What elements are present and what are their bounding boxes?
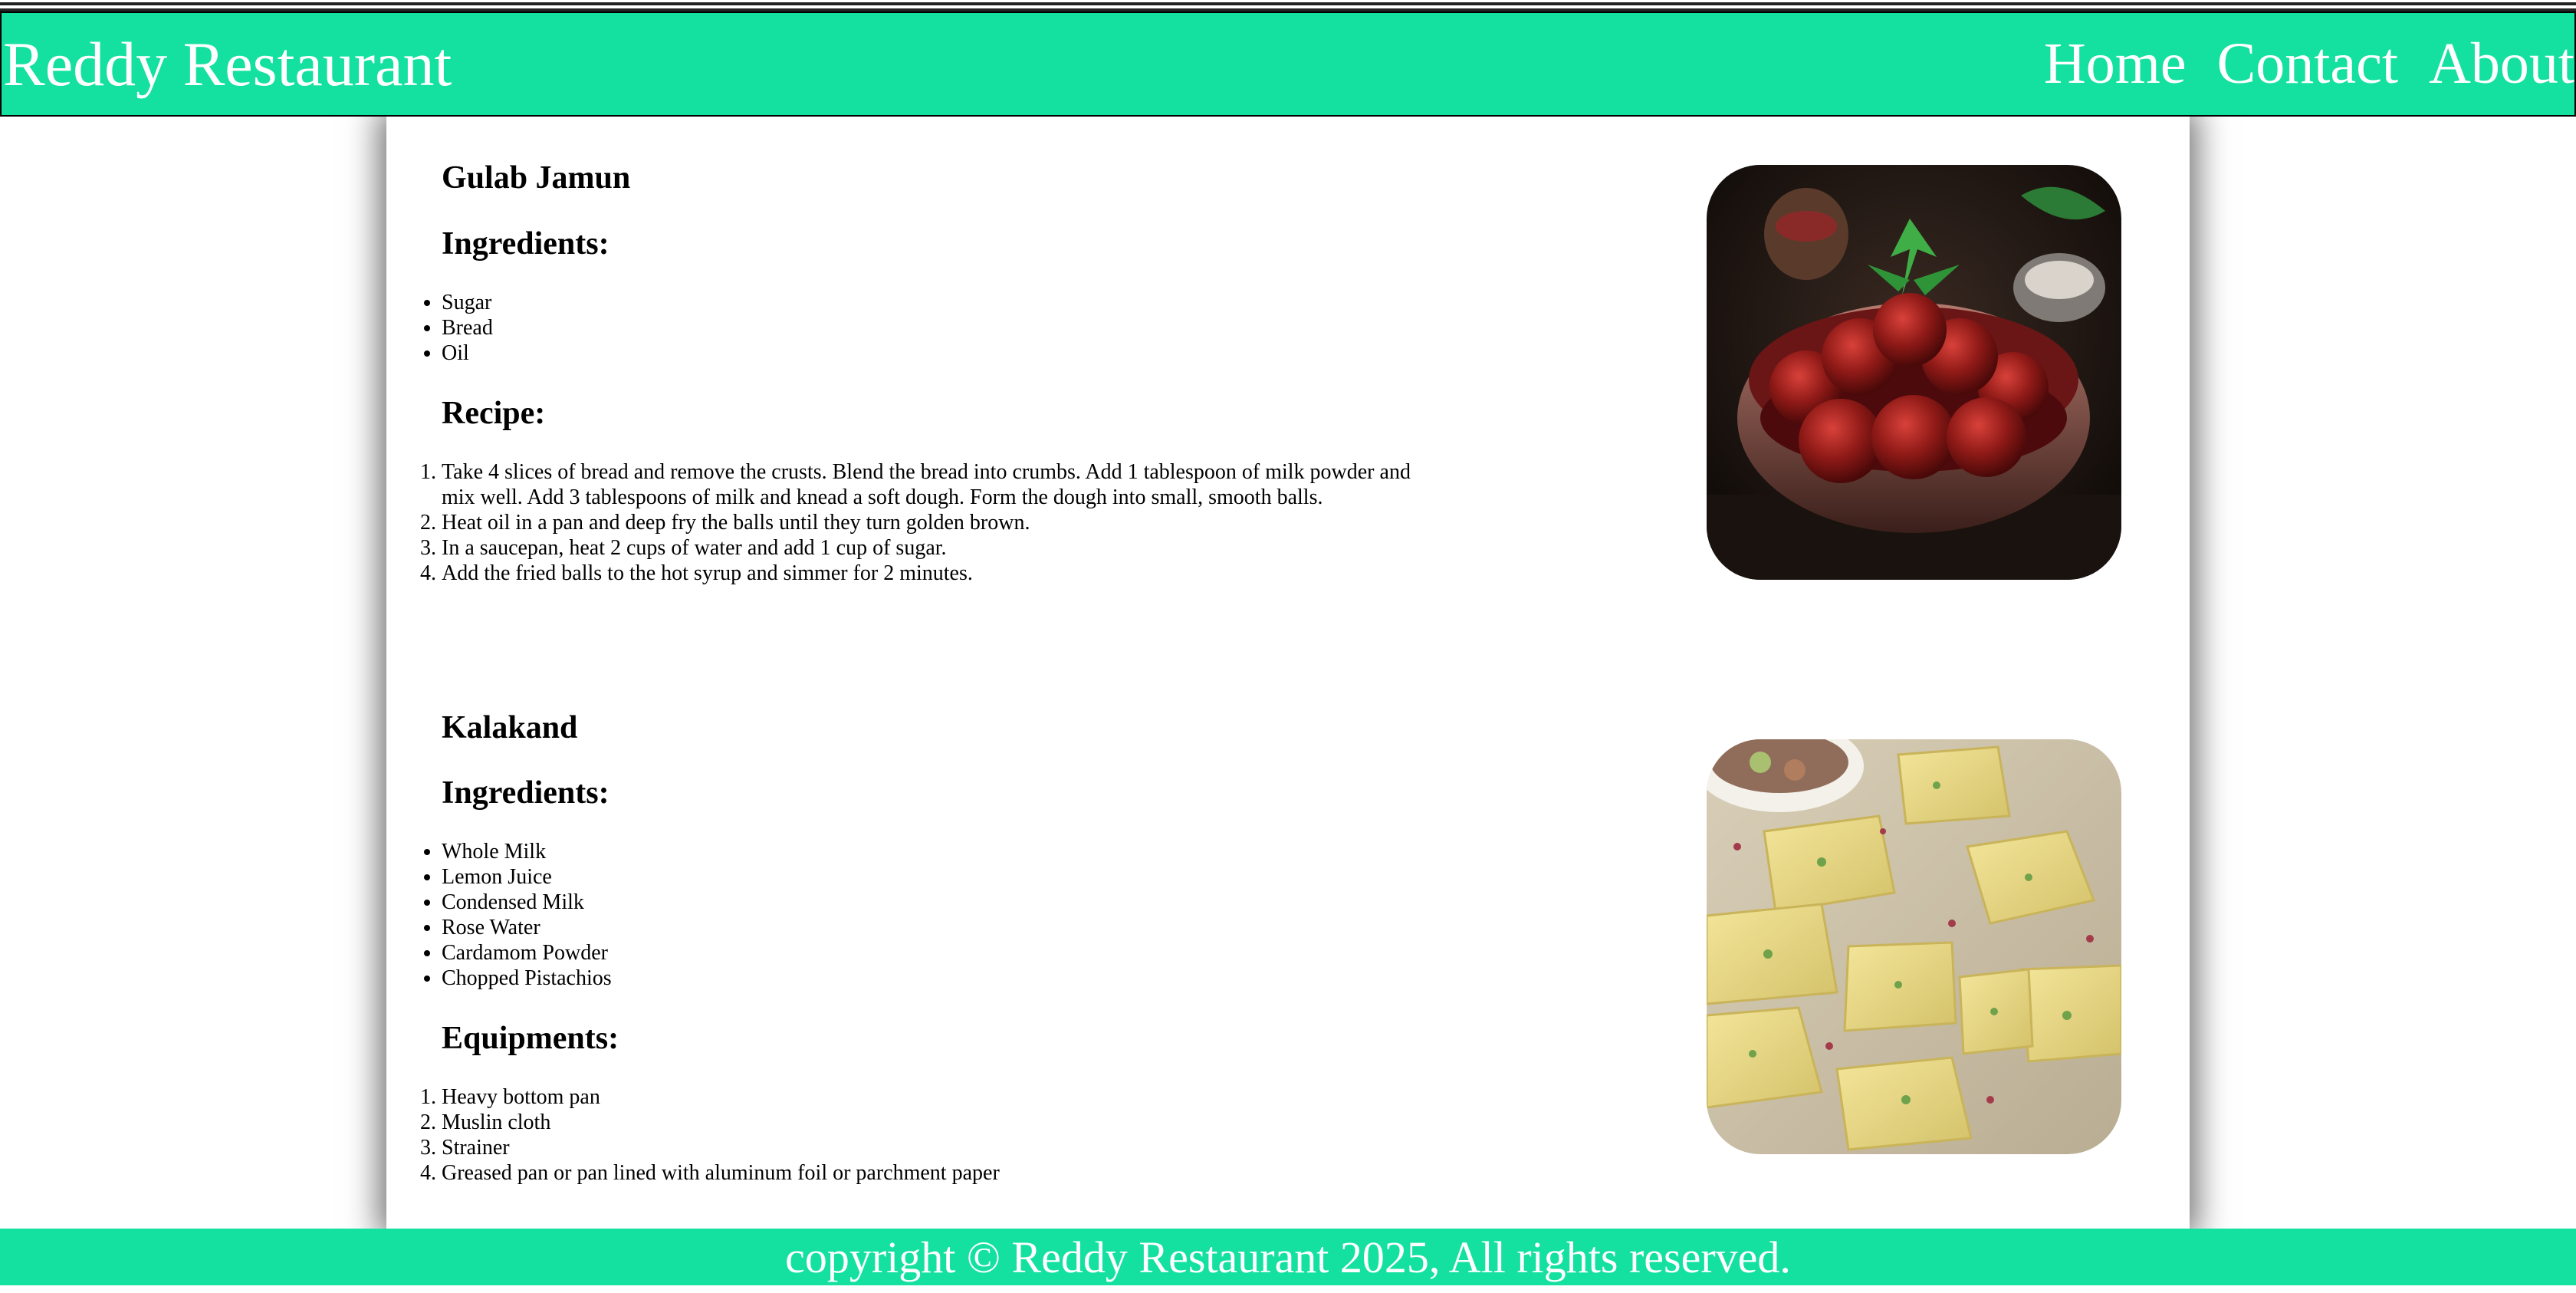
list-item: Condensed Milk <box>442 890 612 915</box>
recipe-title: Gulab Jamun <box>442 160 631 196</box>
site-header: Reddy Restaurant Home Contact About <box>0 12 2576 117</box>
gulab-jamun-image <box>1707 165 2121 580</box>
ingredients-list: Whole Milk Lemon Juice Condensed Milk Ro… <box>442 839 612 991</box>
ingredients-list: Sugar Bread Oil <box>442 290 493 366</box>
site-footer: copyright © Reddy Restaurant 2025, All r… <box>0 1229 2576 1285</box>
list-item: Take 4 slices of bread and remove the cr… <box>442 459 1431 510</box>
nav-home-link[interactable]: Home <box>2044 31 2187 97</box>
list-item: Heavy bottom pan <box>442 1084 1431 1110</box>
list-item: Lemon Juice <box>442 864 612 890</box>
list-item: Chopped Pistachios <box>442 966 612 991</box>
recipe-steps-heading: Recipe: <box>442 396 546 431</box>
main-nav: Home Contact About <box>2044 31 2574 97</box>
list-item: Greased pan or pan lined with aluminum f… <box>442 1160 1431 1186</box>
equipments-heading: Equipments: <box>442 1021 619 1056</box>
top-border <box>0 0 2576 12</box>
recipe-card: Gulab Jamun Ingredients: Sugar Bread Oil… <box>386 117 2190 1230</box>
brand-title[interactable]: Reddy Restaurant <box>2 28 452 100</box>
ingredients-heading: Ingredients: <box>442 775 610 811</box>
kalakand-photo <box>1707 739 2121 1154</box>
kalakand-image <box>1707 739 2121 1154</box>
list-item: Cardamom Powder <box>442 940 612 966</box>
list-item: In a saucepan, heat 2 cups of water and … <box>442 535 1431 561</box>
list-item: Bread <box>442 315 493 341</box>
list-item: Whole Milk <box>442 839 612 864</box>
equipments-list: Heavy bottom pan Muslin cloth Strainer G… <box>442 1084 1431 1186</box>
gulab-jamun-photo <box>1707 165 2121 580</box>
list-item: Add the fried balls to the hot syrup and… <box>442 561 1431 586</box>
nav-about-link[interactable]: About <box>2429 31 2574 97</box>
list-item: Strainer <box>442 1135 1431 1160</box>
copyright-text: copyright © Reddy Restaurant 2025, All r… <box>785 1232 1791 1282</box>
recipe-title: Kalakand <box>442 710 578 745</box>
list-item: Rose Water <box>442 915 612 940</box>
list-item: Heat oil in a pan and deep fry the balls… <box>442 510 1431 535</box>
top-border-line <box>0 2 2576 5</box>
recipe-steps-list: Take 4 slices of bread and remove the cr… <box>442 459 1431 586</box>
nav-contact-link[interactable]: Contact <box>2217 31 2398 97</box>
list-item: Oil <box>442 341 493 366</box>
list-item: Muslin cloth <box>442 1110 1431 1135</box>
list-item: Sugar <box>442 290 493 315</box>
ingredients-heading: Ingredients: <box>442 226 610 262</box>
